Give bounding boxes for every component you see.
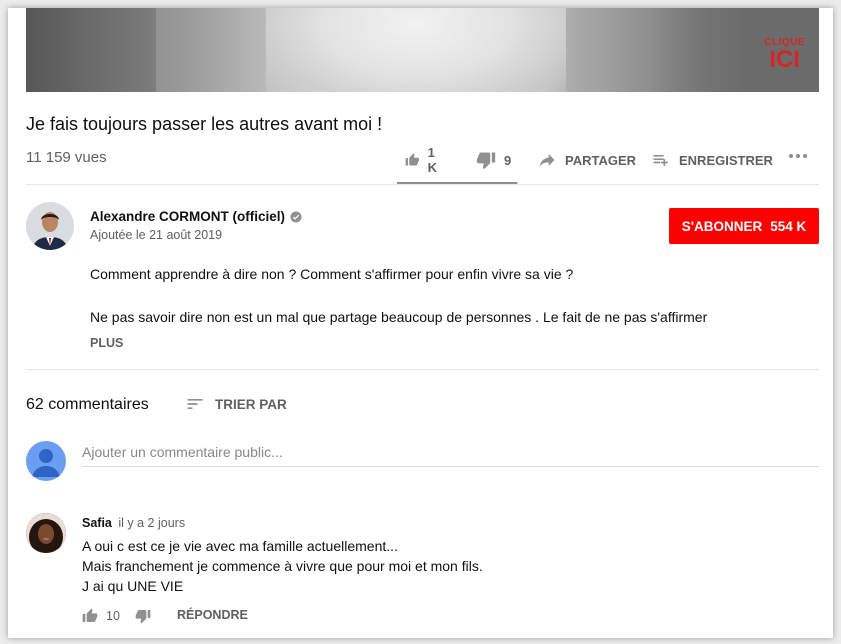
comment-text-line: J ai qu UNE VIE bbox=[82, 578, 184, 594]
thumbs-down-icon bbox=[476, 152, 496, 170]
video-player[interactable]: CLIQUE ICI bbox=[26, 8, 819, 92]
comment-author[interactable]: Safia bbox=[82, 516, 112, 530]
like-button[interactable]: 1 K bbox=[405, 145, 442, 175]
comment-dislike-button[interactable] bbox=[135, 608, 151, 624]
share-button[interactable]: PARTAGER bbox=[537, 148, 636, 172]
clique-ici-overlay[interactable]: CLIQUE ICI bbox=[764, 38, 805, 72]
playlist-add-icon bbox=[653, 155, 668, 166]
sort-label: TRIER PAR bbox=[215, 396, 287, 412]
more-dot bbox=[789, 154, 793, 158]
reply-button[interactable]: RÉPONDRE bbox=[177, 608, 248, 622]
commenter-avatar-image bbox=[26, 513, 66, 553]
description-line: Comment apprendre à dire non ? Comment s… bbox=[90, 266, 574, 282]
description-line: Ne pas savoir dire non est un mal que pa… bbox=[90, 309, 708, 325]
divider bbox=[26, 184, 819, 185]
save-label: ENREGISTRER bbox=[679, 152, 773, 168]
channel-name[interactable]: Alexandre CORMONT (officiel) bbox=[90, 209, 302, 224]
channel-avatar-image bbox=[26, 202, 74, 250]
youtube-watch-page: CLIQUE ICI Je fais toujours passer les a… bbox=[8, 8, 833, 638]
comment-text-line: Mais franchement je commence à vivre que… bbox=[82, 558, 483, 574]
more-dot bbox=[803, 154, 807, 158]
channel-name-text: Alexandre CORMONT (officiel) bbox=[90, 209, 286, 224]
more-dot bbox=[796, 154, 800, 158]
comment-count: 62 commentaires bbox=[26, 396, 149, 413]
comment-header: Safia il y a 2 jours bbox=[82, 516, 185, 530]
comment-input-placeholder: Ajouter un commentaire public... bbox=[82, 444, 283, 460]
thumbs-up-icon bbox=[82, 608, 98, 622]
thumbs-up-icon bbox=[405, 153, 420, 166]
comment-input[interactable]: Ajouter un commentaire public... bbox=[82, 442, 819, 467]
view-count: 11 159 vues bbox=[26, 149, 107, 166]
subscribe-button[interactable]: S'ABONNER 554 K bbox=[669, 208, 819, 244]
dislike-button[interactable]: 9 bbox=[476, 148, 511, 172]
divider bbox=[26, 369, 819, 370]
save-button[interactable]: ENREGISTRER bbox=[651, 148, 773, 172]
dislike-count: 9 bbox=[504, 152, 512, 168]
subscriber-count: 554 K bbox=[770, 218, 807, 234]
like-count: 1 K bbox=[427, 145, 437, 175]
sort-icon bbox=[187, 399, 203, 409]
share-label: PARTAGER bbox=[565, 152, 637, 168]
subscribe-label: S'ABONNER bbox=[681, 218, 763, 234]
share-arrow-icon bbox=[539, 154, 555, 167]
verified-check-icon bbox=[290, 211, 302, 223]
commenter-avatar[interactable] bbox=[26, 513, 66, 553]
channel-avatar[interactable] bbox=[26, 202, 74, 250]
show-more-button[interactable]: PLUS bbox=[90, 336, 123, 350]
video-background-left bbox=[26, 8, 156, 92]
thumbs-down-icon bbox=[135, 610, 151, 624]
comment-time[interactable]: il y a 2 jours bbox=[118, 516, 185, 530]
sort-by-button[interactable]: TRIER PAR bbox=[185, 394, 287, 414]
more-actions-button[interactable] bbox=[789, 154, 807, 158]
overlay-line2: ICI bbox=[769, 46, 800, 73]
current-user-avatar bbox=[26, 441, 66, 481]
video-figure bbox=[266, 8, 566, 92]
comment-text-line: A oui c est ce je vie avec ma famille ac… bbox=[82, 538, 398, 554]
comment-like-count: 10 bbox=[106, 609, 120, 623]
comment-like-button[interactable]: 10 bbox=[82, 608, 120, 624]
upload-date: Ajoutée le 21 août 2019 bbox=[90, 228, 223, 242]
default-user-icon bbox=[32, 449, 60, 477]
video-title: Je fais toujours passer les autres avant… bbox=[26, 114, 383, 134]
